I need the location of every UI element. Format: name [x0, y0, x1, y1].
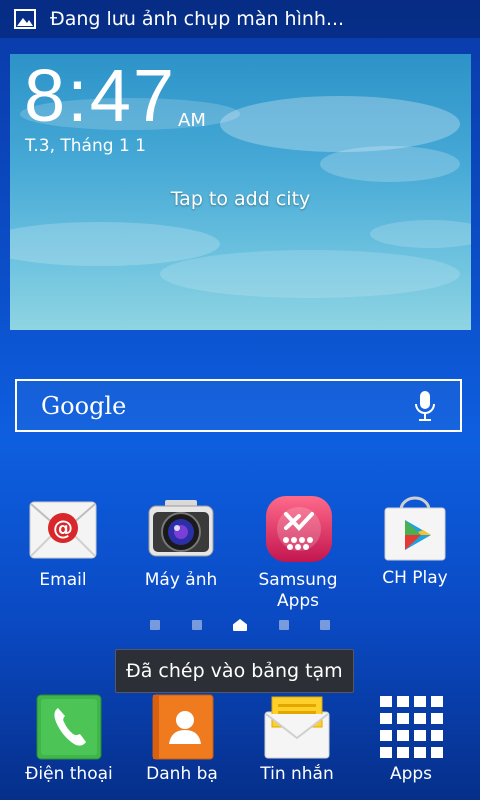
toast-message: Đã chép vào bảng tạm — [115, 649, 354, 693]
play-store-icon — [381, 496, 449, 564]
microphone-icon[interactable] — [414, 389, 436, 423]
app-label: Email — [39, 570, 87, 590]
google-search-label: Google — [41, 391, 127, 420]
app-label: CH Play — [382, 568, 448, 588]
status-bar: Đang lưu ảnh chụp màn hình... — [0, 0, 480, 38]
camera-icon — [147, 498, 215, 566]
apps-grid-icon — [378, 694, 444, 760]
page-dot[interactable] — [150, 620, 160, 630]
google-search-bar[interactable]: Google — [15, 379, 462, 432]
app-samsung-apps[interactable]: Samsung Apps — [243, 494, 353, 612]
dock-label: Tin nhắn — [260, 764, 334, 784]
home-page-icon[interactable] — [233, 619, 247, 631]
dock-phone[interactable]: Điện thoại — [14, 694, 124, 784]
app-camera[interactable]: Máy ảnh — [126, 498, 236, 591]
page-indicator[interactable] — [150, 618, 330, 632]
dock-label: Danh bạ — [146, 764, 218, 784]
messages-icon — [264, 694, 330, 760]
dock-contacts[interactable]: Danh bạ — [127, 694, 237, 784]
app-label: Samsung Apps — [258, 570, 338, 611]
image-icon — [14, 9, 36, 29]
dock-label: Apps — [389, 764, 433, 784]
page-dot[interactable] — [191, 620, 202, 630]
page-dot[interactable] — [320, 620, 330, 630]
clock-ampm: AM — [178, 110, 206, 131]
samsung-apps-icon — [264, 494, 332, 566]
phone-icon — [36, 694, 102, 760]
tap-to-add-city[interactable]: Tap to add city — [10, 188, 471, 210]
email-icon: @ — [29, 498, 97, 566]
notification-text: Đang lưu ảnh chụp màn hình... — [50, 8, 345, 30]
app-label: Máy ảnh — [144, 570, 218, 590]
clock-time: 8:47 — [24, 54, 177, 137]
app-ch-play[interactable]: CH Play — [360, 496, 470, 589]
weather-clock-widget[interactable]: 8:47 AM T.3, Tháng 1 1 Tap to add city — [10, 54, 471, 330]
app-email[interactable]: @ Email — [8, 498, 118, 591]
dock-apps[interactable]: Apps — [356, 694, 466, 784]
dock-label: Điện thoại — [25, 764, 113, 784]
page-dot[interactable] — [278, 620, 289, 630]
dock-messages[interactable]: Tin nhắn — [242, 694, 352, 784]
svg-text:@: @ — [53, 516, 73, 540]
clock-date: T.3, Tháng 1 1 — [25, 136, 146, 156]
contacts-icon — [149, 694, 215, 760]
